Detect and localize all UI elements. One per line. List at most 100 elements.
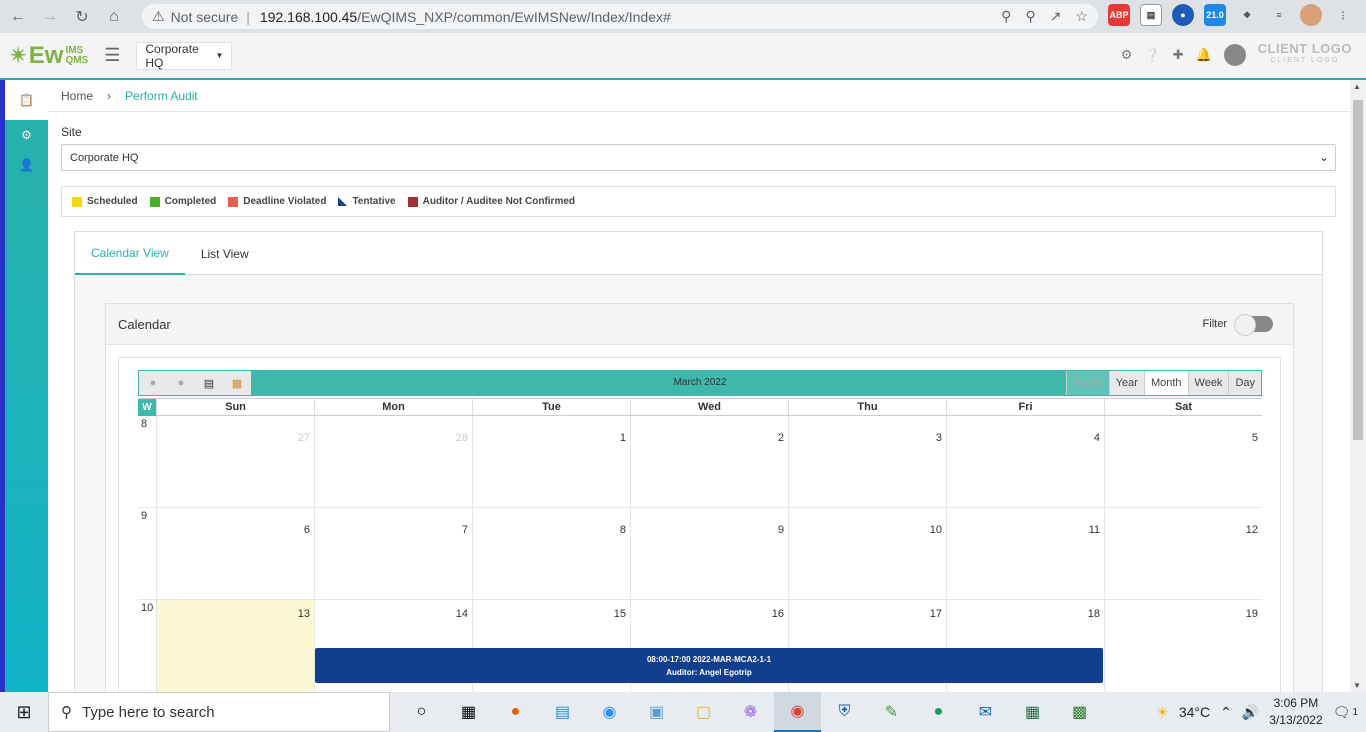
day-cell[interactable]: 1 bbox=[472, 416, 630, 507]
chevron-up-icon[interactable]: ⌃ bbox=[1220, 704, 1232, 721]
legend-scheduled: Scheduled bbox=[72, 196, 138, 207]
app-header: ✴ Ew IMS QMS ☰ Corporate HQ ▼ ⚙ ❔ ✚ 🔔 CL… bbox=[0, 33, 1366, 80]
day-cell[interactable]: 6 bbox=[156, 508, 314, 599]
day-cell[interactable]: 5 bbox=[1104, 416, 1262, 507]
dow-sun: Sun bbox=[156, 399, 314, 415]
puzzle-extensions-icon[interactable]: ❖ bbox=[1236, 4, 1258, 26]
taskbar-search-placeholder: Type here to search bbox=[82, 703, 215, 721]
app-logo[interactable]: ✴ Ew IMS QMS bbox=[10, 42, 88, 70]
scroll-up-icon[interactable]: ▲ bbox=[1353, 82, 1361, 91]
month-view-button[interactable]: Month bbox=[1143, 371, 1188, 395]
day-cell-today[interactable]: 13 bbox=[156, 600, 314, 692]
scrollbar-thumb[interactable] bbox=[1353, 100, 1363, 440]
extension-badge-icon[interactable]: 21.0 bbox=[1204, 4, 1226, 26]
page-scrollbar[interactable]: ▲ ▼ bbox=[1350, 80, 1366, 692]
legend-swatch bbox=[228, 196, 239, 207]
sidebar-item-user[interactable]: 👤 bbox=[5, 150, 48, 180]
pdf-extension-icon[interactable]: ▤ bbox=[1140, 4, 1162, 26]
security-indicator[interactable]: ⚠ Not secure bbox=[152, 8, 238, 25]
tab-calendar-view[interactable]: Calendar View bbox=[75, 232, 185, 275]
mail-icon[interactable]: ✉ bbox=[962, 692, 1009, 732]
notification-center-icon[interactable]: 🗨 bbox=[1333, 704, 1351, 721]
zoom-icon[interactable]: ⚲ bbox=[1025, 8, 1035, 25]
day-cell[interactable]: 27 bbox=[156, 416, 314, 507]
day-cell[interactable]: 7 bbox=[314, 508, 472, 599]
filter-toggle[interactable] bbox=[1234, 314, 1273, 336]
adblock-extension-icon[interactable]: ABP bbox=[1108, 4, 1130, 26]
next-arrow-icon[interactable]: ● bbox=[167, 371, 195, 395]
user-avatar[interactable] bbox=[1223, 44, 1246, 66]
zoom-app-icon[interactable]: ◉ bbox=[586, 692, 633, 732]
hamburger-menu-icon[interactable]: ☰ bbox=[104, 45, 120, 66]
address-bar[interactable]: ⚠ Not secure | 192.168.100.45 /EwQIMS_NX… bbox=[142, 4, 1098, 29]
day-cell[interactable]: 4 bbox=[946, 416, 1104, 507]
add-icon[interactable]: ✚ bbox=[1173, 47, 1184, 63]
browser-menu-icon[interactable]: ⋮ bbox=[1332, 4, 1354, 26]
remote-desktop-icon[interactable]: ▣ bbox=[633, 692, 680, 732]
file-explorer-icon[interactable]: ▢ bbox=[680, 692, 727, 732]
weather-temp[interactable]: 34°C bbox=[1179, 704, 1210, 720]
windows-start-icon[interactable]: ⊞ bbox=[0, 692, 48, 732]
tab-list-view[interactable]: List View bbox=[185, 232, 265, 275]
day-cell[interactable]: 2 bbox=[630, 416, 788, 507]
chevron-down-icon: ⌄ bbox=[1318, 150, 1329, 164]
week-view-button[interactable]: Week bbox=[1187, 371, 1229, 395]
bookmark-star-icon[interactable]: ☆ bbox=[1075, 8, 1088, 25]
day-cell[interactable]: 9 bbox=[630, 508, 788, 599]
settings-gear-icon[interactable]: ⚙ bbox=[1121, 47, 1133, 63]
terminal-app-icon[interactable]: ▩ bbox=[1056, 692, 1103, 732]
firefox-icon[interactable]: ● bbox=[492, 692, 539, 732]
task-view-icon[interactable]: ▦ bbox=[445, 692, 492, 732]
sidebar-item-settings[interactable]: ⚙ bbox=[5, 120, 48, 150]
help-icon[interactable]: ❔ bbox=[1144, 47, 1160, 63]
key-icon[interactable]: ⚲ bbox=[1001, 8, 1011, 25]
chrome-icon[interactable]: ◉ bbox=[774, 692, 821, 732]
extension-globe-icon[interactable]: ● bbox=[1172, 4, 1194, 26]
year-view-button[interactable]: Year bbox=[1108, 371, 1144, 395]
day-cell[interactable]: 8 bbox=[472, 508, 630, 599]
notification-bell-icon[interactable]: 🔔 bbox=[1195, 47, 1211, 63]
grid-icon[interactable]: ▦ bbox=[223, 371, 251, 395]
calendar-event[interactable]: 08:00-17:00 2022-MAR-MCA2-1-1 Auditor: A… bbox=[315, 648, 1103, 683]
day-cell[interactable]: 28 bbox=[314, 416, 472, 507]
site-select[interactable]: Corporate HQ ⌄ bbox=[61, 144, 1336, 171]
excel-icon[interactable]: ▦ bbox=[1009, 692, 1056, 732]
control-panel-icon[interactable]: ▤ bbox=[539, 692, 586, 732]
client-logo: CLIENT LOGO CLIENT LOGO bbox=[1258, 42, 1352, 67]
day-cell[interactable]: 12 bbox=[1104, 508, 1262, 599]
notepad-plus-icon[interactable]: ✎ bbox=[868, 692, 915, 732]
profile-avatar[interactable] bbox=[1300, 4, 1322, 26]
defender-icon[interactable]: ⛨ bbox=[821, 692, 868, 732]
day-view-button[interactable]: Day bbox=[1228, 371, 1261, 395]
volume-icon[interactable]: 🔊 bbox=[1242, 704, 1259, 721]
taskbar-clock[interactable]: 3:06 PM 3/13/2022 bbox=[1269, 695, 1322, 729]
logo-text: Ew bbox=[28, 41, 64, 69]
scroll-down-icon[interactable]: ▼ bbox=[1353, 681, 1361, 690]
today-button[interactable]: Today bbox=[1066, 371, 1109, 395]
reading-list-icon[interactable]: ≡ bbox=[1268, 4, 1290, 26]
day-cell[interactable]: 3 bbox=[788, 416, 946, 507]
warning-icon: ⚠ bbox=[152, 8, 165, 24]
dow-mon: Mon bbox=[314, 399, 472, 415]
week-row: 9 6 7 8 9 10 11 12 bbox=[138, 508, 1262, 600]
home-icon[interactable]: ⌂ bbox=[100, 3, 128, 31]
weather-icon[interactable]: ☀ bbox=[1156, 704, 1169, 721]
site-selector[interactable]: Corporate HQ ▼ bbox=[136, 41, 233, 70]
day-cell[interactable]: 11 bbox=[946, 508, 1104, 599]
back-icon[interactable]: ← bbox=[4, 3, 32, 31]
taskbar-search[interactable]: ⚲ Type here to search bbox=[48, 692, 390, 732]
share-icon[interactable]: ↗ bbox=[1050, 8, 1062, 25]
logo-sub: QMS bbox=[65, 54, 89, 66]
edge-icon[interactable]: ● bbox=[915, 692, 962, 732]
breadcrumb-home[interactable]: Home bbox=[61, 89, 93, 103]
week-row: 10 13 14 15 16 17 18 19 08:00-17:00 2022… bbox=[138, 600, 1262, 692]
cortana-icon[interactable]: ○ bbox=[398, 692, 445, 732]
sidebar-item-audit[interactable]: 📋 bbox=[5, 80, 48, 120]
prev-arrow-icon[interactable]: ● bbox=[139, 371, 167, 395]
forward-icon[interactable]: → bbox=[36, 3, 64, 31]
snipping-tool-icon[interactable]: ❁ bbox=[727, 692, 774, 732]
day-cell[interactable]: 19 bbox=[1104, 600, 1262, 692]
day-cell[interactable]: 10 bbox=[788, 508, 946, 599]
reload-icon[interactable]: ↻ bbox=[68, 3, 96, 31]
list-icon[interactable]: ▤ bbox=[195, 371, 223, 395]
